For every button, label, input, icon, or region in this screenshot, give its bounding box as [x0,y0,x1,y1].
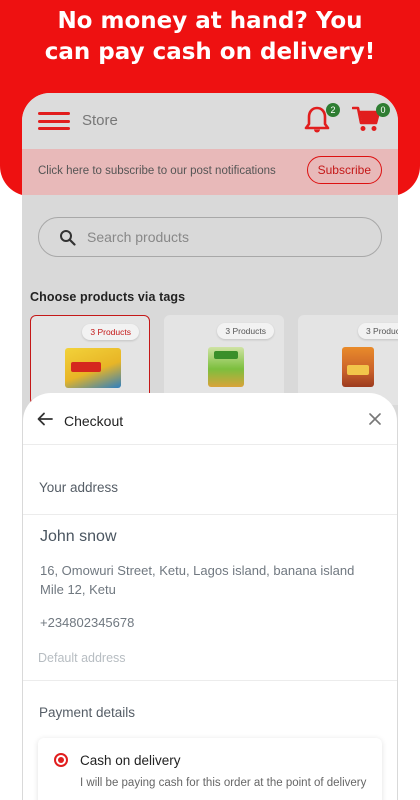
notifications-button[interactable]: 2 [304,103,340,135]
app-top-bar: Store 2 0 [22,93,398,149]
noodles-pack-icon [342,347,374,387]
address-phone: +234802345678 [40,615,135,630]
checkout-sheet: Checkout Your address John snow 16, Omow… [23,393,397,800]
search-input[interactable]: Search products [87,229,189,245]
address-card[interactable]: John snow 16, Omowuri Street, Ketu, Lago… [23,514,397,681]
cart-button[interactable]: 0 [351,103,390,135]
tag-card[interactable]: 3 Products [164,315,284,405]
tag-product-count: 3 Produc [357,323,398,339]
address-line: 16, Omowuri Street, Ketu, Lagos island, … [40,563,355,597]
back-arrow-icon[interactable] [37,412,53,426]
tags-section-title: Choose products via tags [30,290,186,304]
promo-headline-line-1: No money at hand? You [57,8,363,34]
promo-headline: No money at hand? You can pay cash on de… [0,6,420,68]
search-icon [60,230,76,246]
address-section-label: Your address [39,480,119,495]
notifications-count-badge: 2 [326,103,340,117]
tag-card[interactable]: 3 Produc [298,315,398,405]
tag-product-count: 3 Products [217,323,274,339]
payment-radio-selected[interactable] [54,753,68,767]
checkout-header: Checkout [23,393,397,445]
tag-card[interactable]: 3 Products [30,315,150,405]
payment-option-description: I will be paying cash for this order at … [80,777,367,789]
subscribe-notice[interactable]: Click here to subscribe to our post noti… [22,149,398,195]
noodles-pack-icon [65,348,121,388]
payment-section-label: Payment details [39,705,136,720]
app-title: Store [82,112,118,129]
search-bar[interactable]: Search products [38,217,382,257]
subscribe-button[interactable]: Subscribe [306,156,382,184]
cart-count-badge: 0 [376,103,390,117]
close-icon[interactable] [369,413,381,425]
menu-icon[interactable] [38,112,70,130]
snack-pack-icon [208,347,244,387]
payment-option-card[interactable]: Cash on delivery I will be paying cash f… [38,738,382,800]
address-name: John snow [40,528,117,545]
default-address-label: Default address [38,651,126,665]
tag-product-count: 3 Products [82,324,139,340]
promo-headline-line-2: can pay cash on delivery! [44,39,376,65]
checkout-title: Checkout [64,413,124,429]
payment-option-title: Cash on delivery [80,753,181,768]
subscribe-notice-text: Click here to subscribe to our post noti… [38,165,276,177]
